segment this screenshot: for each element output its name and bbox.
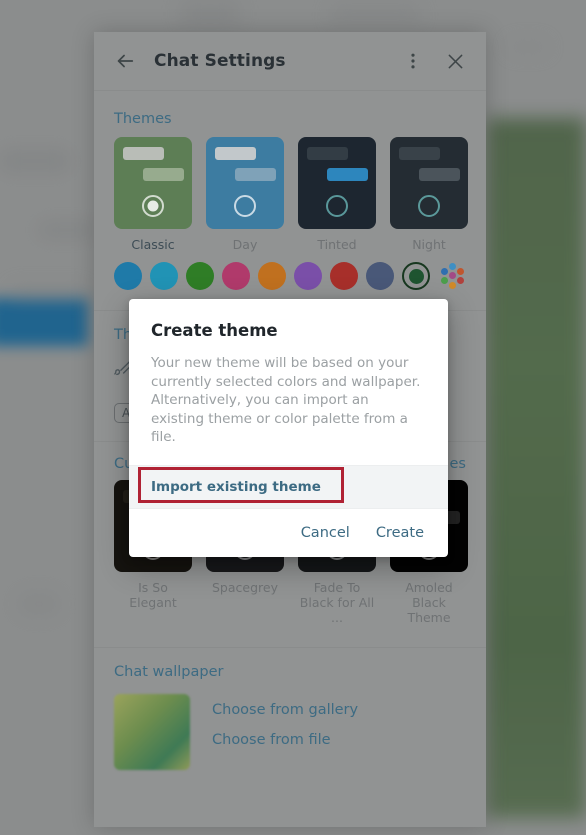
dialog-title: Create theme <box>151 321 278 340</box>
theme-radio[interactable] <box>418 195 440 217</box>
accent-swatch[interactable] <box>222 262 250 290</box>
background-smudge <box>0 150 70 172</box>
divider <box>94 647 486 648</box>
close-icon[interactable] <box>440 46 470 76</box>
accent-swatch[interactable] <box>366 262 394 290</box>
background-smudge <box>180 0 240 28</box>
panel-header: Chat Settings <box>94 32 486 91</box>
theme-card-label: Is So Elegant <box>129 580 177 610</box>
accent-swatch-selected[interactable] <box>402 262 430 290</box>
background-smudge <box>330 4 420 26</box>
dialog-body-text: Your new theme will be based on your cur… <box>151 355 421 445</box>
background-smudge <box>18 592 60 616</box>
theme-card-label: Fade To Black for All ... <box>299 580 375 625</box>
theme-radio[interactable] <box>142 195 164 217</box>
cancel-button[interactable]: Cancel <box>301 525 350 541</box>
theme-card-night[interactable]: Night <box>390 137 468 252</box>
theme-preview <box>206 137 284 229</box>
theme-radio[interactable] <box>234 195 256 217</box>
import-existing-theme-row[interactable]: Import existing theme <box>129 464 448 509</box>
theme-radio[interactable] <box>326 195 348 217</box>
theme-card-label: Tinted <box>317 237 357 252</box>
accent-swatch[interactable] <box>258 262 286 290</box>
wallpaper-row: Choose from gallery Choose from file <box>94 694 486 770</box>
background-smudge <box>38 222 96 238</box>
back-icon[interactable] <box>110 46 140 76</box>
theme-preview <box>114 137 192 229</box>
theme-preview <box>298 137 376 229</box>
themes-section-title: Themes <box>114 111 172 127</box>
theme-card-classic[interactable]: Classic <box>114 137 192 252</box>
wallpaper-thumbnail[interactable] <box>114 694 190 770</box>
accent-swatch[interactable] <box>114 262 142 290</box>
create-button[interactable]: Create <box>376 525 424 541</box>
accent-color-list <box>94 252 486 290</box>
create-theme-dialog: Create theme Your new theme will be base… <box>129 299 448 557</box>
theme-preview <box>390 137 468 229</box>
theme-card-list: Classic Day Tinted Night <box>94 137 486 252</box>
dialog-actions: Cancel Create <box>129 509 448 557</box>
accent-swatch[interactable] <box>294 262 322 290</box>
import-existing-theme-button[interactable]: Import existing theme <box>129 466 448 508</box>
background-smudge <box>10 285 88 299</box>
wallpaper-section-title: Chat wallpaper <box>114 664 224 680</box>
accent-swatch-multicolor[interactable] <box>438 262 466 290</box>
custom-themes-fragment: es <box>449 456 466 472</box>
theme-card-label: Amoled Black Theme <box>405 580 453 625</box>
theme-card-label: Spacegrey <box>212 580 278 595</box>
accent-swatch[interactable] <box>150 262 178 290</box>
theme-card-label: Classic <box>131 237 175 252</box>
theme-card-label: Night <box>412 237 446 252</box>
background-selected-chat <box>0 298 88 346</box>
theme-card-day[interactable]: Day <box>206 137 284 252</box>
page-title: Chat Settings <box>154 51 286 71</box>
background-smudge <box>508 40 548 54</box>
choose-from-gallery-link[interactable]: Choose from gallery <box>212 702 358 718</box>
accent-swatch[interactable] <box>186 262 214 290</box>
theme-card-tinted[interactable]: Tinted <box>298 137 376 252</box>
choose-from-file-link[interactable]: Choose from file <box>212 732 358 748</box>
background-green-panel <box>487 118 586 818</box>
more-vertical-icon[interactable] <box>398 46 428 76</box>
theme-card-label: Day <box>232 237 258 252</box>
accent-swatch[interactable] <box>330 262 358 290</box>
